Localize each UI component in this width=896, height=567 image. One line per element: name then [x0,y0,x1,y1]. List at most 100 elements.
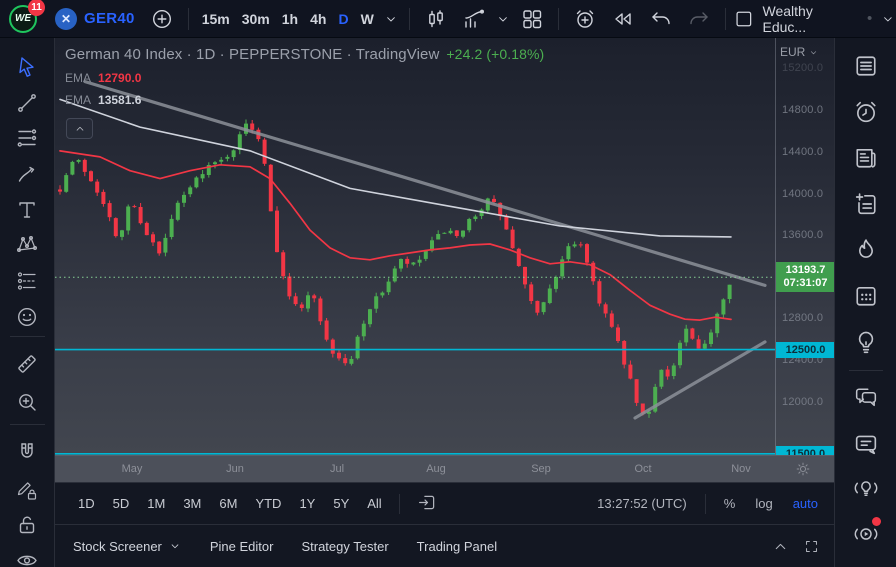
price-label: 14000.0 [782,188,823,200]
chart-style-button[interactable] [417,4,455,34]
go-to-date-icon [417,492,438,513]
go-to-date-button[interactable] [408,488,447,520]
measure-tool-button[interactable] [10,347,44,381]
live-streams-button[interactable] [848,516,884,552]
interval-1h[interactable]: 1h [276,11,304,27]
layout-account-menu[interactable]: Wealthy Educ... • [733,3,896,35]
percent-scale-button[interactable]: % [714,492,746,515]
gear-icon [794,460,812,478]
log-scale-button[interactable]: log [745,492,782,515]
pine-editor-tab[interactable]: Pine Editor [196,539,288,554]
brush-tool-button[interactable] [10,157,44,191]
month-label: Jun [226,463,244,475]
chart-area: German 40 Index · 1D · PEPPERSTONE · Tra… [55,38,834,567]
strategy-tester-tab[interactable]: Strategy Tester [287,539,402,554]
range-1y[interactable]: 1Y [290,492,324,515]
checkbox-icon[interactable] [733,8,755,30]
tool-separator [10,424,45,425]
currency-selector[interactable]: EUR [780,45,819,59]
range-3m[interactable]: 3M [174,492,210,515]
ideas-button[interactable] [848,324,884,360]
lock-drawings-button[interactable] [10,508,44,542]
undo-button[interactable] [642,4,680,34]
fullscreen-icon[interactable] [803,538,820,555]
cursor-tool-button[interactable] [10,50,44,84]
candles-icon [424,7,448,31]
news-button[interactable] [848,140,884,176]
magnet-mode-button[interactable] [10,435,44,469]
range-5y[interactable]: 5Y [324,492,358,515]
alerts-panel-button[interactable] [848,94,884,130]
interval-1d[interactable]: D [332,11,354,27]
ruler-icon [15,352,39,376]
user-menu-button[interactable]: WE 11 [9,5,37,33]
calendar-button[interactable] [848,278,884,314]
text-notes-button[interactable] [848,186,884,222]
text-tool-button[interactable] [10,193,44,227]
panel-collapse-icon[interactable] [772,538,789,555]
range-6m[interactable]: 6M [210,492,246,515]
range-1m[interactable]: 1M [138,492,174,515]
range-5d[interactable]: 5D [104,492,139,515]
idea-stream-icon [852,474,880,502]
chevron-down-icon [880,11,896,27]
price-axis[interactable]: EUR 15200.0 14800.0 14400.0 14000.0 1360… [775,38,834,455]
time-axis[interactable]: May Jun Jul Aug Sep Oct Nov [55,455,834,482]
axis-settings-button[interactable] [794,460,812,481]
right-toolbar [834,38,896,567]
hotlists-button[interactable] [848,232,884,268]
public-chat-button[interactable] [848,380,884,416]
interval-1w[interactable]: W [355,11,380,27]
last-price-badge[interactable]: 13193.7 07:31:07 [776,262,835,292]
clock-utc[interactable]: 13:27:52 (UTC) [587,496,697,511]
trend-line-tool-button[interactable] [10,86,44,120]
symbol-search-button[interactable]: ✕ GER40 [47,8,143,30]
level-price-badge[interactable]: 12500.0 [776,342,835,358]
hide-drawings-button[interactable] [10,543,44,567]
last-price-value: 13193.7 [776,264,835,277]
streams-button[interactable] [848,470,884,506]
legend-collapse-button[interactable] [66,118,93,139]
compare-add-button[interactable] [143,4,181,34]
alarm-clock-icon [852,98,880,126]
watchlist-button[interactable] [848,48,884,84]
xabcd-pattern-icon [15,233,39,257]
zoom-in-tool-button[interactable] [10,385,44,419]
chat-bubbles-icon [852,384,880,412]
eye-icon [15,548,39,567]
projection-tool-button[interactable] [10,264,44,298]
auto-scale-button[interactable]: auto [783,492,828,515]
grid-layout-icon [520,7,544,31]
stock-screener-label: Stock Screener [73,539,162,554]
private-chat-button[interactable] [848,426,884,462]
emoji-tool-button[interactable] [10,300,44,334]
flame-icon [852,236,880,264]
drawing-mode-button[interactable] [10,473,44,507]
bar-replay-button[interactable] [604,4,642,34]
interval-4h[interactable]: 4h [304,11,332,27]
chart-pane[interactable] [55,38,775,455]
fib-retracement-tool-button[interactable] [10,121,44,155]
month-label: Nov [731,463,751,475]
interval-menu-button[interactable] [380,4,402,34]
month-label: May [122,463,143,475]
toolbar-separator [188,8,189,30]
indicators-button[interactable] [455,4,493,34]
price-label: 15200.0 [782,62,823,74]
pencil-lock-icon [15,478,39,502]
range-1d[interactable]: 1D [69,492,104,515]
note-plus-icon [852,190,880,218]
range-ytd[interactable]: YTD [246,492,290,515]
layout-grid-button[interactable] [513,4,551,34]
xabcd-pattern-tool-button[interactable] [10,228,44,262]
indicators-menu-button[interactable] [493,4,513,34]
range-all[interactable]: All [358,492,390,515]
redo-button[interactable] [680,4,718,34]
interval-15m[interactable]: 15m [196,11,236,27]
alert-button[interactable] [566,4,604,34]
stock-screener-tab[interactable]: Stock Screener [59,539,196,554]
toolbar-separator [558,8,559,30]
trading-panel-tab[interactable]: Trading Panel [403,539,511,554]
interval-30m[interactable]: 30m [236,11,276,27]
candlestick-chart[interactable] [55,38,775,455]
